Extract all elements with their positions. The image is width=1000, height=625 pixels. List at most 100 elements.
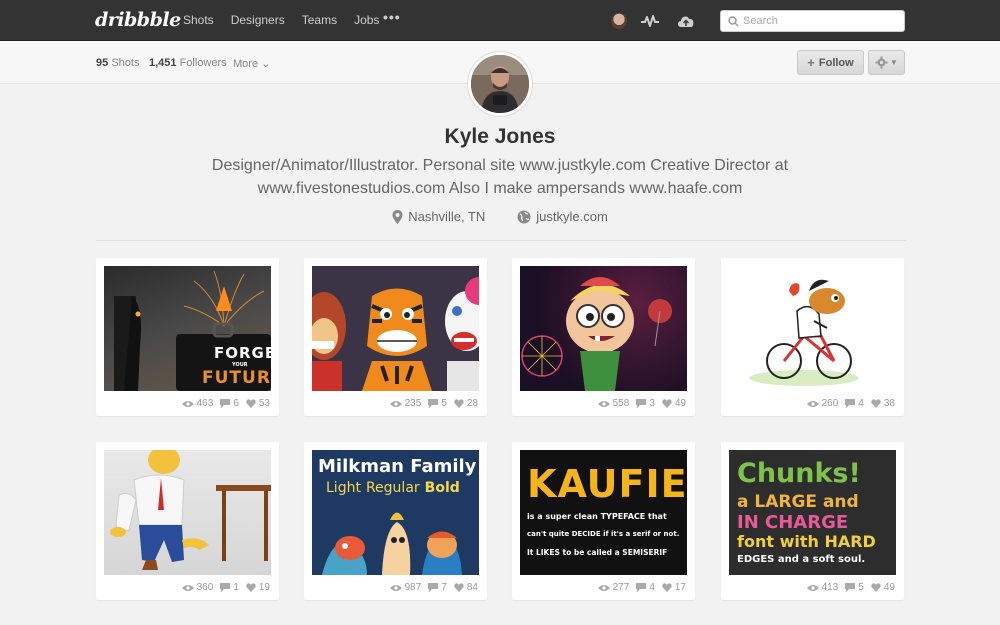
heart-icon [662,583,672,592]
views-stat: 260 [806,398,838,409]
comments-stat[interactable]: 4 [636,582,655,593]
comment-icon [428,399,439,408]
heart-icon [246,583,256,592]
plus-icon: + [807,55,815,70]
chevron-down-icon: ▼ [890,58,898,67]
likes-stat[interactable]: 38 [871,398,895,409]
eye-icon [181,400,194,407]
shot-stats: 277 4 17 [597,582,686,593]
website-text[interactable]: justkyle.com [536,209,608,224]
heart-icon [871,583,881,592]
likes-stat[interactable]: 84 [454,582,478,593]
shot-card[interactable]: FORGE YOUR FUTUR 463 6 53 [96,258,279,416]
shot-card[interactable]: 558 3 49 [512,258,695,416]
likes-stat[interactable]: 19 [246,582,270,593]
bio-line: Designer/Animator/Illustrator. Personal … [211,157,789,174]
shot-thumbnail[interactable] [104,450,271,575]
shot-stats: 235 5 28 [389,398,478,409]
comment-icon [845,583,856,592]
shot-art-text: IN CHARGE [737,512,849,533]
eye-icon [806,400,819,407]
shot-art-text: Light [326,480,361,496]
divider [96,240,906,241]
views-stat: 277 [597,582,629,593]
nav-link-shots[interactable]: Shots [183,13,214,27]
shot-card[interactable]: 260 4 38 [721,258,904,416]
search-input[interactable] [743,13,898,29]
likes-stat[interactable]: 49 [871,582,895,593]
shot-stats: 260 4 38 [806,398,895,409]
more-dropdown[interactable]: More ⌄ [233,57,270,70]
top-nav: dribbble Shots Designers Teams Jobs ••• [0,0,1000,41]
shot-thumbnail[interactable] [520,266,687,391]
comments-stat[interactable]: 6 [220,398,239,409]
shot-thumbnail[interactable]: Milkman Family Light Regular Bold [312,450,479,575]
comments-stat[interactable]: 5 [845,582,864,593]
eye-icon [389,400,402,407]
shot-art-text: Regular [365,480,420,496]
shot-art-text: is a super clean TYPEFACE that [527,512,667,521]
nav-link-teams[interactable]: Teams [302,13,337,27]
shots-count[interactable]: 95 Shots [96,57,139,69]
comment-icon [845,399,856,408]
shot-art-text: Chunks! [737,458,861,489]
shot-thumbnail[interactable]: KAUFIE is a super clean TYPEFACE that ca… [520,450,687,575]
shot-card[interactable]: 235 5 28 [304,258,487,416]
shot-art-text: KAUFIE [527,462,687,506]
shot-stats: 360 1 19 [181,582,270,593]
shot-stats: 987 7 84 [389,582,478,593]
profile-avatar [468,52,532,116]
comments-stat[interactable]: 1 [220,582,239,593]
followers-count[interactable]: 1,451 Followers [149,57,227,69]
search-icon [728,16,739,27]
bio-line: www.fivestonestudios.com Also I make amp… [257,180,743,197]
likes-stat[interactable]: 17 [662,582,686,593]
views-stat: 463 [181,398,213,409]
shot-art-text: FUTUR [202,368,271,388]
comment-icon [636,399,647,408]
likes-stat[interactable]: 28 [454,398,478,409]
follow-button[interactable]: + Follow [797,50,864,75]
dribbble-logo[interactable]: dribbble [95,9,181,31]
eye-icon [597,584,610,591]
shot-card[interactable]: 360 1 19 [96,442,279,600]
profile-meta: Nashville, TN justkyle.com [0,209,1000,224]
likes-stat[interactable]: 49 [662,398,686,409]
shot-thumbnail[interactable] [312,266,479,391]
views-stat: 235 [389,398,421,409]
settings-dropdown-button[interactable]: ▼ [868,50,905,75]
likes-stat[interactable]: 53 [246,398,270,409]
shot-card[interactable]: Chunks! a LARGE and IN CHARGE font with … [721,442,904,600]
comments-stat[interactable]: 5 [428,398,447,409]
views-stat: 558 [597,398,629,409]
heart-icon [454,399,464,408]
shot-stats: 463 6 53 [181,398,270,409]
shot-thumbnail[interactable]: Chunks! a LARGE and IN CHARGE font with … [729,450,896,575]
upload-cloud-icon[interactable] [676,11,696,31]
chevron-down-icon: ⌄ [261,58,271,70]
nav-more-button[interactable]: ••• [383,9,401,25]
heart-icon [871,399,881,408]
views-stat: 987 [389,582,421,593]
search-box [720,10,905,32]
comments-stat[interactable]: 4 [845,398,864,409]
nav-link-designers[interactable]: Designers [231,13,285,27]
location-text: Nashville, TN [408,209,486,224]
gear-icon [875,56,888,69]
shot-card[interactable]: Milkman Family Light Regular Bold 987 7 … [304,442,487,600]
location: Nashville, TN [392,209,485,224]
comments-stat[interactable]: 3 [636,398,655,409]
user-avatar-icon[interactable] [609,11,629,31]
shot-art-text: Milkman Family [318,456,477,477]
comment-icon [220,583,231,592]
shot-art-text: Bold [424,480,460,496]
shot-thumbnail[interactable] [729,266,896,391]
nav-link-jobs[interactable]: Jobs [354,13,379,27]
activity-icon[interactable] [640,11,660,31]
shot-art-text: font with HARD [737,532,876,551]
website-link[interactable]: justkyle.com [517,209,608,224]
comments-stat[interactable]: 7 [428,582,447,593]
shot-stats: 413 5 49 [806,582,895,593]
shot-thumbnail[interactable]: FORGE YOUR FUTUR [104,266,271,391]
shot-card[interactable]: KAUFIE is a super clean TYPEFACE that ca… [512,442,695,600]
